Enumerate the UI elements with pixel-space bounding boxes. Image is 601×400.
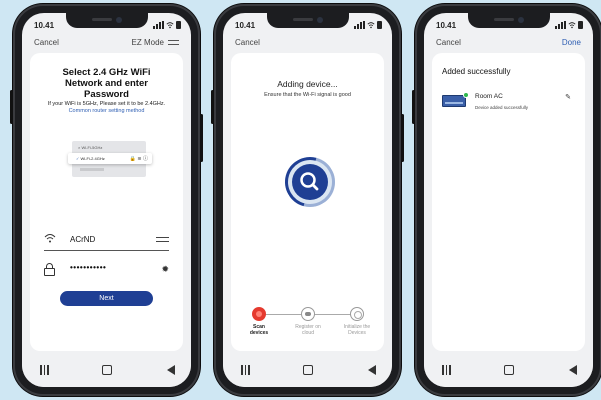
step-label: Initialize the Devices	[343, 324, 371, 336]
wifi-list-icon[interactable]	[156, 237, 169, 242]
adding-device-card: Adding device... Ensure that the Wi-Fi s…	[231, 53, 384, 351]
back-icon[interactable]	[368, 365, 376, 375]
success-badge	[463, 92, 469, 98]
home-icon[interactable]	[503, 365, 514, 375]
device-item[interactable]: Room AC Device added successfully ✎	[442, 91, 575, 115]
lock-icon	[44, 263, 55, 276]
step-label: Scan devices	[249, 324, 269, 336]
signal-icon	[354, 21, 365, 29]
wifi-form-card: Select 2.4 GHz WiFi Network and enter Pa…	[30, 53, 183, 351]
done-button[interactable]: Done	[562, 38, 581, 47]
recent-apps-icon[interactable]	[40, 365, 49, 375]
battery-icon	[377, 21, 382, 29]
phone-2: 10.41 Cancel Adding device... Ensure tha…	[211, 4, 404, 396]
cancel-button[interactable]: Cancel	[436, 38, 461, 47]
status-bar: 10.41	[436, 21, 583, 31]
phone-3: 10.41 Cancel Done Added successfully Roo…	[412, 4, 601, 396]
cloud-icon	[301, 307, 315, 321]
android-nav-bar	[424, 355, 593, 387]
progress-steps: Scan devices Register on cloud Initializ…	[245, 307, 376, 347]
home-icon[interactable]	[101, 365, 112, 375]
init-icon	[350, 307, 364, 321]
hint-text: If your WiFi is 5GHz, Please set it to b…	[38, 101, 175, 115]
adding-subheading: Ensure that the Wi-Fi signal is good	[264, 92, 351, 98]
step-label: Register on cloud	[295, 324, 321, 336]
phone-1: 10.41 Cancel EZ Mode Select 2.4 GHz WiFi…	[10, 4, 203, 396]
top-nav: Cancel	[235, 38, 380, 50]
device-name: Room AC	[475, 93, 503, 100]
cancel-button[interactable]: Cancel	[34, 38, 59, 47]
screen-adding-device: 10.41 Cancel Adding device... Ensure tha…	[223, 13, 392, 387]
status-time: 10.41	[436, 21, 457, 30]
step-scan-devices: Scan devices	[237, 307, 281, 336]
status-bar: 10.41	[235, 21, 382, 31]
home-icon[interactable]	[302, 365, 313, 375]
back-icon[interactable]	[167, 365, 175, 375]
step-initialize-devices: Initialize the Devices	[335, 307, 379, 336]
back-icon[interactable]	[569, 365, 577, 375]
recent-apps-icon[interactable]	[241, 365, 250, 375]
battery-icon	[176, 21, 181, 29]
wifi-status-icon	[367, 22, 375, 29]
edit-icon[interactable]: ✎	[565, 93, 571, 101]
ez-mode-label: EZ Mode	[131, 38, 164, 47]
battery-icon	[578, 21, 583, 29]
status-bar: 10.41	[34, 21, 181, 31]
wifi-name-value: ACrND	[70, 235, 96, 244]
status-time: 10.41	[34, 21, 55, 30]
status-time: 10.41	[235, 21, 256, 30]
wifi-name-field[interactable]: ACrND	[44, 231, 169, 251]
step-register-cloud: Register on cloud	[286, 307, 330, 336]
adding-heading: Adding device...	[277, 79, 338, 89]
searching-spinner	[275, 147, 345, 217]
password-field[interactable]: ••••••••••• ✹	[44, 261, 169, 281]
step-active-icon	[252, 307, 266, 321]
password-value: •••••••••••	[70, 263, 107, 272]
top-nav: Cancel Done	[436, 38, 581, 50]
illus-wifi-24ghz: ✓ Wi-Fi-2.4GHz	[76, 156, 105, 161]
show-password-icon[interactable]: ✹	[161, 264, 169, 275]
menu-icon	[168, 40, 179, 45]
wifi-status-icon	[568, 22, 576, 29]
illus-wifi-5ghz: × Wi-Fi-5GHz	[78, 145, 103, 150]
ez-mode-button[interactable]: EZ Mode	[132, 38, 179, 47]
added-card: Added successfully Room AC Device added …	[432, 53, 585, 351]
wifi-status-icon	[166, 22, 174, 29]
screen-wifi-setup: 10.41 Cancel EZ Mode Select 2.4 GHz WiFi…	[22, 13, 191, 387]
device-status: Device added successfully	[475, 105, 529, 110]
recent-apps-icon[interactable]	[442, 365, 451, 375]
cancel-button[interactable]: Cancel	[235, 38, 260, 47]
android-nav-bar	[223, 355, 392, 387]
android-nav-bar	[22, 355, 191, 387]
air-conditioner-icon	[442, 95, 466, 107]
top-nav: Cancel EZ Mode	[34, 38, 179, 50]
signal-icon	[555, 21, 566, 29]
wifi-list-illustration: × Wi-Fi-5GHz ✓ Wi-Fi-2.4GHz 🔒 ≋ ⓘ	[68, 141, 152, 181]
search-icon	[300, 172, 319, 191]
router-setting-link[interactable]: Common router setting method	[69, 108, 145, 114]
signal-icon	[153, 21, 164, 29]
page-title: Select 2.4 GHz WiFi Network and enter Pa…	[62, 67, 151, 100]
screen-added-successfully: 10.41 Cancel Done Added successfully Roo…	[424, 13, 593, 387]
hint-message: If your WiFi is 5GHz, Please set it to b…	[47, 101, 166, 107]
next-button[interactable]: Next	[60, 291, 153, 306]
added-heading: Added successfully	[442, 67, 511, 76]
wifi-icon	[44, 234, 56, 243]
illus-icons: 🔒 ≋ ⓘ	[129, 156, 148, 162]
